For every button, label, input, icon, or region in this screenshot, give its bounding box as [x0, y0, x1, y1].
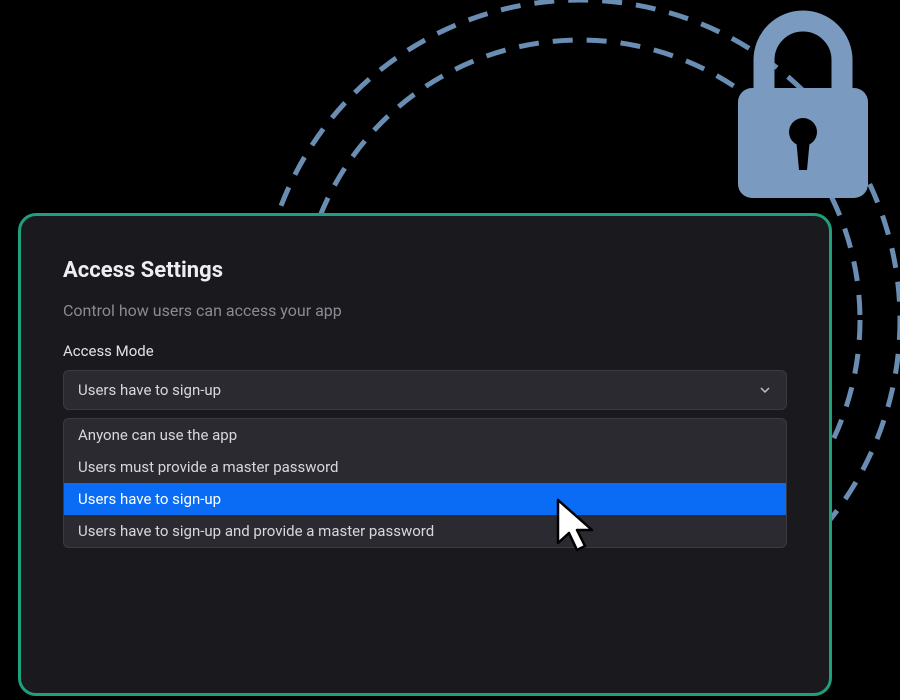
access-mode-select[interactable]: Users have to sign-up [63, 370, 787, 410]
access-mode-dropdown: Anyone can use the app Users must provid… [63, 418, 787, 548]
access-mode-label: Access Mode [63, 342, 787, 360]
lock-icon [721, 10, 886, 205]
access-mode-option[interactable]: Users have to sign-up [64, 483, 786, 515]
panel-title: Access Settings [63, 258, 787, 283]
access-mode-selected-value: Users have to sign-up [78, 381, 221, 399]
access-mode-option[interactable]: Users must provide a master password [64, 451, 786, 483]
panel-subtitle: Control how users can access your app [63, 301, 787, 320]
access-mode-option[interactable]: Anyone can use the app [64, 419, 786, 451]
access-settings-panel: Access Settings Control how users can ac… [18, 213, 832, 696]
access-mode-option[interactable]: Users have to sign-up and provide a mast… [64, 515, 786, 547]
chevron-down-icon [758, 383, 772, 397]
